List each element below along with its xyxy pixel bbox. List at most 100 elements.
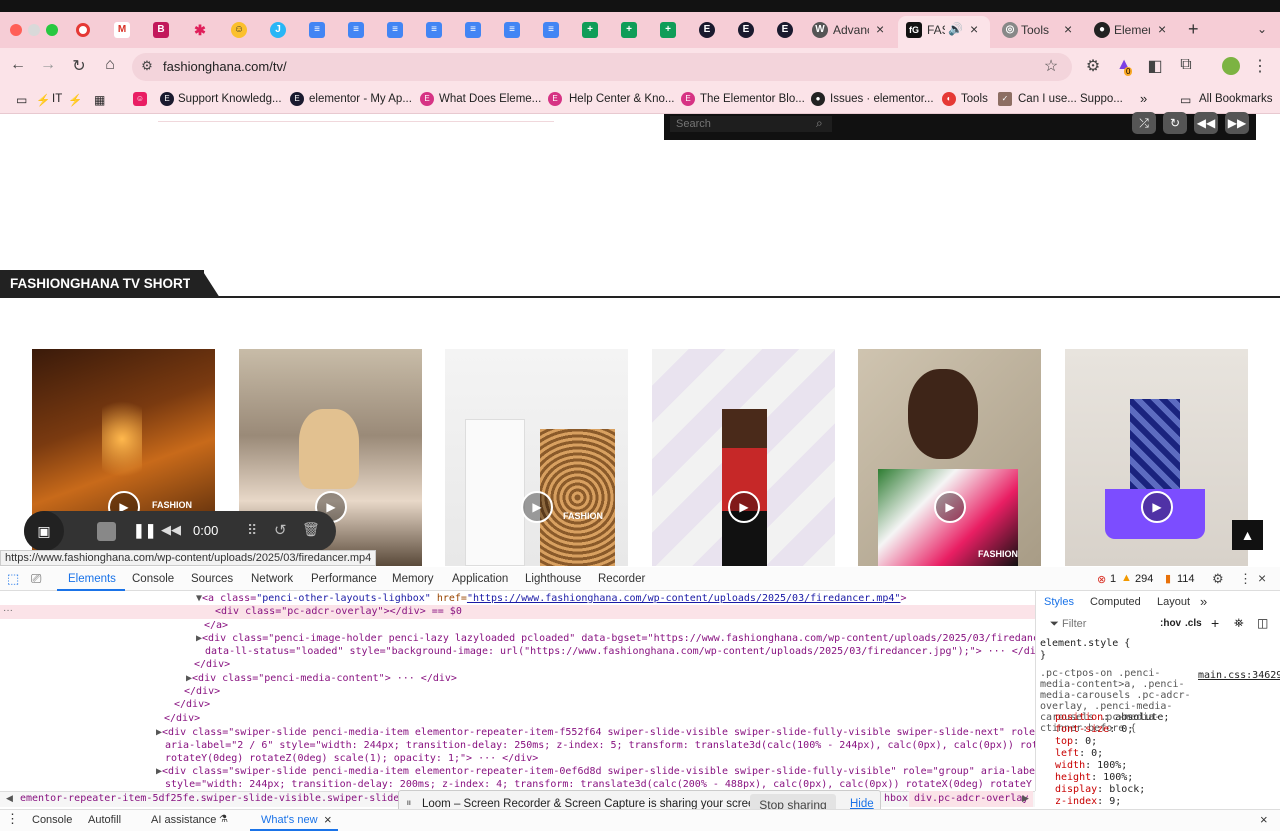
tab-lighthouse[interactable]: Lighthouse xyxy=(525,573,581,585)
tab-docs-icon[interactable]: ≡ xyxy=(348,22,364,38)
tab-network[interactable]: Network xyxy=(251,573,293,585)
bookmark-elementor-blog[interactable]: The Elementor Blo... xyxy=(700,93,805,105)
dom-line[interactable]: </div> xyxy=(184,686,220,697)
device-toolbar-icon[interactable]: ⎚ xyxy=(31,571,41,587)
tab-elementor-icon[interactable]: E xyxy=(738,22,754,38)
reload-icon[interactable]: ↻ xyxy=(69,56,89,76)
tab-console[interactable]: Console xyxy=(132,573,174,585)
play-icon[interactable]: ▶ xyxy=(728,491,760,523)
bookmark-tools[interactable]: Tools xyxy=(961,93,988,105)
tab-emoji-icon[interactable]: ☺ xyxy=(231,22,247,38)
dom-line[interactable]: ▶<div class="swiper-slide penci-media-it… xyxy=(156,766,1089,777)
speaker-icon[interactable]: 🔊 xyxy=(948,22,963,36)
tab-docs-icon[interactable]: ≡ xyxy=(426,22,442,38)
drawer-tab-whats-new[interactable]: What's new xyxy=(261,814,318,826)
drawer-tab-ai-assistance[interactable]: AI assistance xyxy=(151,814,216,826)
tab-label-tools[interactable]: Tools xyxy=(1021,23,1055,37)
tab-close-icon[interactable]: × xyxy=(876,21,884,37)
tab-sheets-icon[interactable]: + xyxy=(582,22,598,38)
tab-docs-icon[interactable]: ≡ xyxy=(387,22,403,38)
error-count[interactable]: 1 xyxy=(1110,573,1116,585)
extension-gear-icon[interactable]: ⚙ xyxy=(1083,56,1103,76)
settings-gear-icon[interactable]: ⚙ xyxy=(1212,571,1224,587)
tab-label-advanc[interactable]: Advanc xyxy=(833,23,869,37)
tab-record-icon[interactable] xyxy=(76,23,90,37)
dom-line[interactable]: </div> xyxy=(164,713,200,724)
video-thumbnail[interactable]: ▶ FASHION xyxy=(445,349,628,566)
url-text[interactable]: fashionghana.com/tv/ xyxy=(163,59,287,74)
dom-line[interactable]: ▶<div class="swiper-slide penci-media-it… xyxy=(156,727,1083,738)
maximize-window-icon[interactable] xyxy=(46,24,58,36)
forward-icon[interactable]: → xyxy=(38,56,58,74)
stylesheet-link[interactable]: main.css:34629 xyxy=(1198,670,1280,681)
tab-recorder[interactable]: Recorder xyxy=(598,573,645,585)
tab-memory[interactable]: Memory xyxy=(392,573,434,585)
close-drawer-icon[interactable]: × xyxy=(1260,812,1268,827)
new-rule-icon[interactable]: + xyxy=(1211,615,1219,631)
tab-b-icon[interactable]: B xyxy=(153,22,169,38)
paint-icon[interactable]: ⛯ xyxy=(1234,616,1244,631)
issues-count[interactable]: 114 xyxy=(1177,573,1195,585)
breadcrumb-item[interactable]: hbox xyxy=(884,793,908,804)
repeat-icon[interactable]: ↻ xyxy=(1163,112,1187,134)
dom-line-selected[interactable]: <div class="pc-adcr-overlay"></div> == $… xyxy=(215,606,462,617)
scroll-to-top-icon[interactable]: ▲ xyxy=(1232,520,1263,550)
tab-elementor-icon[interactable]: E xyxy=(777,22,793,38)
site-info-icon[interactable]: ⚙ xyxy=(137,58,157,74)
tab-elementor-icon[interactable]: E xyxy=(699,22,715,38)
play-icon[interactable]: ▶ xyxy=(521,491,553,523)
all-bookmarks[interactable]: All Bookmarks xyxy=(1199,93,1273,105)
bookmark-what-does-eleme[interactable]: What Does Eleme... xyxy=(439,93,541,105)
tab-docs-icon[interactable]: ≡ xyxy=(465,22,481,38)
tab-gmail-icon[interactable]: M xyxy=(114,22,130,38)
bookmark-star-icon[interactable]: ☆ xyxy=(1041,56,1061,76)
tab-sources[interactable]: Sources xyxy=(191,573,233,585)
new-tab-icon[interactable]: + xyxy=(1188,19,1199,40)
search-input[interactable] xyxy=(670,116,832,132)
bookmark-can-i-use[interactable]: Can I use... Suppo... xyxy=(1018,93,1123,105)
video-thumbnail[interactable]: ▶ xyxy=(652,349,835,566)
rewind-icon[interactable]: ◀◀ xyxy=(161,522,181,538)
drawer-tab-autofill[interactable]: Autofill xyxy=(88,814,121,826)
dom-line[interactable]: </a> xyxy=(204,620,228,631)
tab-styles[interactable]: Styles xyxy=(1044,596,1074,608)
drawer-tab-console[interactable]: Console xyxy=(32,814,72,826)
extensions-puzzle-icon[interactable]: ⧉ xyxy=(1176,56,1196,74)
tab-search-chevron-icon[interactable]: ⌄ xyxy=(1257,22,1267,36)
apps-grid-icon[interactable]: ▦ xyxy=(94,93,105,107)
dom-line[interactable]: rotateY(0deg) rotateZ(0deg) scale(1); op… xyxy=(165,753,538,764)
tab-docs-icon[interactable]: ≡ xyxy=(504,22,520,38)
home-icon[interactable]: ⌂ xyxy=(100,56,120,74)
tab-j-icon[interactable]: J xyxy=(270,22,286,38)
css-prop[interactable]: z-index: 9; xyxy=(1055,796,1121,807)
css-prop[interactable]: top: 0; xyxy=(1055,736,1097,747)
inspect-element-icon[interactable]: ⬚ xyxy=(7,571,19,587)
styles-filter-input[interactable] xyxy=(1062,616,1154,632)
breadcrumb-item-selected[interactable]: div.pc-adcr-overlay xyxy=(909,791,1034,807)
bookmark-it[interactable]: IT xyxy=(52,93,62,105)
dom-line[interactable]: </div> xyxy=(174,699,210,710)
restart-icon[interactable]: ↺ xyxy=(274,521,287,539)
cls-toggle[interactable]: .cls xyxy=(1185,618,1202,629)
tab-elements[interactable]: Elements xyxy=(68,573,116,585)
stop-recording-icon[interactable] xyxy=(97,522,116,541)
tab-layout[interactable]: Layout xyxy=(1157,596,1190,608)
pause-icon[interactable]: ❚❚ xyxy=(133,522,156,539)
next-icon[interactable]: ▶▶ xyxy=(1225,112,1249,134)
tab-docs-icon[interactable]: ≡ xyxy=(309,22,325,38)
bookmark-support-knowledge[interactable]: Support Knowledg... xyxy=(178,93,282,105)
minimize-window-icon[interactable] xyxy=(28,24,40,36)
previous-icon[interactable]: ◀◀ xyxy=(1194,112,1218,134)
close-devtools-icon[interactable]: × xyxy=(1258,570,1266,586)
bookmark-issues-elementor[interactable]: Issues · elementor... xyxy=(830,93,934,105)
bookmarks-overflow[interactable]: » xyxy=(1140,91,1147,106)
tab-performance[interactable]: Performance xyxy=(311,573,377,585)
dom-line[interactable]: </div> xyxy=(194,659,230,670)
css-prop[interactable]: left: 0; xyxy=(1055,748,1103,759)
css-prop[interactable]: position: absolute; xyxy=(1055,712,1169,723)
chrome-menu-icon[interactable]: ⋮ xyxy=(1250,56,1270,76)
play-icon[interactable]: ▶ xyxy=(1141,491,1173,523)
dom-line[interactable]: ▶<div class="penci-image-holder penci-la… xyxy=(196,633,1081,644)
dom-line[interactable]: aria-label="2 / 6" style="width: 244px; … xyxy=(165,740,1098,751)
dom-line[interactable]: ▶<div class="penci-media-content"> ··· <… xyxy=(186,673,457,684)
